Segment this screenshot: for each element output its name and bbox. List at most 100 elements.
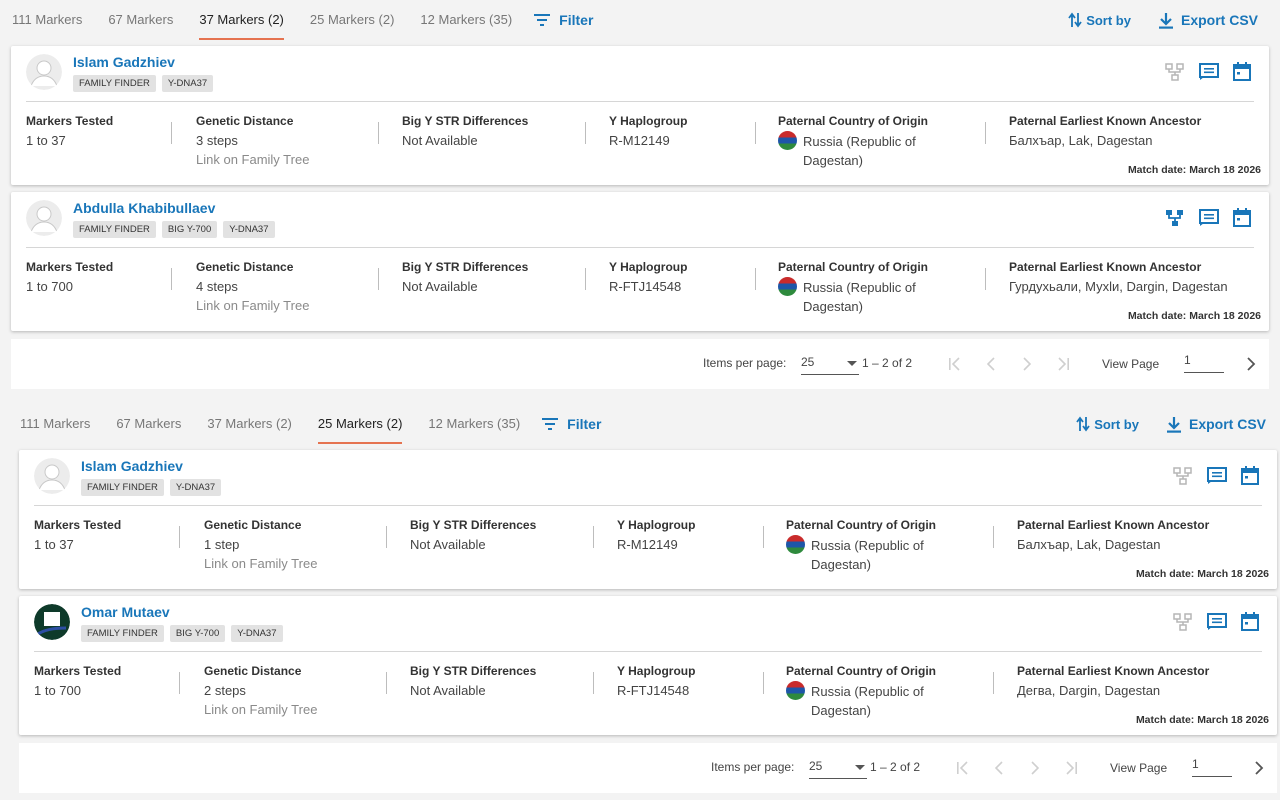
sort-by-button[interactable]: Sort by [1068,12,1131,28]
match-name[interactable]: Islam Gadzhiev [81,458,183,474]
badge-big-y-700: Big Y-700 [161,221,218,238]
family-tree-icon[interactable] [1173,612,1193,636]
previous-page-icon[interactable] [982,354,1000,374]
notes-icon[interactable] [1207,466,1227,490]
family-tree-icon[interactable] [1165,62,1185,86]
calendar-icon[interactable] [1233,62,1251,86]
earliest-ancestor-value: Балхъар, Lak, Dagestan [1009,133,1153,148]
russia-flag-icon [786,681,805,700]
test-badges: Family Finder Big Y-700 Y-DNA37 [73,221,281,238]
link-on-family-tree[interactable]: Link on Family Tree [204,700,317,719]
calendar-icon[interactable] [1241,466,1259,490]
markers-tested-value: 1 to 700 [26,279,73,294]
card-divider [34,505,1262,506]
badge-y-dna37: Y-DNA37 [223,221,275,238]
link-on-family-tree[interactable]: Link on Family Tree [196,296,309,315]
big-y-str-value: Not Available [402,133,478,148]
country-of-origin-value: Russia (Republic of Dagestan) [803,280,916,314]
filter-button[interactable]: Filter [534,12,593,28]
export-csv-button[interactable]: Export CSV [1158,12,1258,29]
next-page-icon[interactable] [1250,758,1268,778]
big-y-str-label: Big Y STR Differences [402,260,529,274]
last-page-icon[interactable] [1062,758,1080,778]
tab-12-markers[interactable]: 12 Markers (35) [420,404,528,444]
genetic-distance-value[interactable]: 2 steps [204,681,317,700]
badge-family-finder: Family Finder [81,479,164,496]
genetic-distance-label: Genetic Distance [196,114,294,128]
next-page-disabled-icon[interactable] [1018,354,1036,374]
filter-button[interactable]: Filter [542,416,601,432]
link-on-family-tree[interactable]: Link on Family Tree [204,554,317,573]
genetic-distance-value[interactable]: 3 steps [196,131,309,150]
y-haplogroup-label: Y Haplogroup [617,664,696,678]
next-page-disabled-icon[interactable] [1026,758,1044,778]
default-avatar-icon [26,54,62,90]
next-page-icon[interactable] [1242,354,1260,374]
filter-icon [534,14,551,26]
filter-label: Filter [559,12,594,28]
match-name[interactable]: Omar Mutaev [81,604,170,620]
tab-67-markers[interactable]: 67 Markers [100,0,181,40]
match-card: Omar Mutaev Family Finder Big Y-700 Y-DN… [19,596,1277,735]
markers-tested-value: 1 to 37 [26,133,66,148]
first-page-icon[interactable] [954,758,972,778]
tab-25-markers[interactable]: 25 Markers (2) [310,404,411,444]
badge-y-dna37: Y-DNA37 [231,625,283,642]
items-per-page-select[interactable]: 25 [801,353,859,375]
match-date: Match date: March 18 2026 [1127,164,1261,176]
match-name[interactable]: Abdulla Khabibullaev [73,200,215,216]
notes-icon[interactable] [1199,62,1219,86]
matches-section-2: 111 Markers 67 Markers 37 Markers (2) 25… [12,404,1274,444]
badge-family-finder: Family Finder [81,625,164,642]
sort-by-button[interactable]: Sort by [1076,416,1139,432]
items-per-page-select[interactable]: 25 [809,757,867,779]
earliest-ancestor-label: Paternal Earliest Known Ancestor [1017,518,1210,532]
family-tree-icon[interactable] [1165,209,1185,232]
calendar-icon[interactable] [1241,612,1259,636]
genetic-distance-value[interactable]: 1 step [204,535,317,554]
tab-25-markers[interactable]: 25 Markers (2) [302,0,403,40]
tab-12-markers[interactable]: 12 Markers (35) [412,0,520,40]
markers-tested-label: Markers Tested [26,260,114,274]
link-on-family-tree[interactable]: Link on Family Tree [196,150,309,169]
y-haplogroup-label: Y Haplogroup [617,518,696,532]
last-page-icon[interactable] [1054,354,1072,374]
notes-icon[interactable] [1207,612,1227,636]
tab-111-markers[interactable]: 111 Markers [12,404,98,444]
big-y-str-label: Big Y STR Differences [410,664,537,678]
card-divider [34,651,1262,652]
previous-page-icon[interactable] [990,758,1008,778]
first-page-icon[interactable] [946,354,964,374]
match-card: Islam Gadzhiev Family Finder Y-DNA37 Mar… [19,450,1277,589]
tab-37-markers[interactable]: 37 Markers (2) [199,404,300,444]
badge-y-dna37: Y-DNA37 [161,75,214,92]
items-per-page-value: 25 [809,759,823,773]
tab-111-markers[interactable]: 111 Markers [4,0,90,40]
earliest-ancestor-value: Дегва, Dargin, Dagestan [1017,683,1161,698]
calendar-icon[interactable] [1233,208,1251,232]
default-avatar-icon [26,200,62,236]
earliest-ancestor-value: Гурдухьали, Мухlи, Dargin, Dagestan [1009,279,1228,294]
view-page-label: View Page [1102,357,1160,371]
big-y-str-value: Not Available [410,683,486,698]
tab-67-markers[interactable]: 67 Markers [108,404,189,444]
big-y-str-value: Not Available [410,537,486,552]
notes-icon[interactable] [1199,208,1219,232]
match-name[interactable]: Islam Gadzhiev [73,54,175,70]
badge-family-finder: Family Finder [73,221,156,238]
export-csv-button[interactable]: Export CSV [1166,416,1266,433]
page-number-value: 1 [1184,353,1191,367]
page-number-input[interactable]: 1 [1184,351,1224,373]
earliest-ancestor-label: Paternal Earliest Known Ancestor [1009,114,1202,128]
badge-family-finder: Family Finder [73,75,156,92]
tab-37-markers[interactable]: 37 Markers (2) [191,0,292,40]
y-haplogroup-label: Y Haplogroup [609,114,688,128]
page-number-input[interactable]: 1 [1192,755,1232,777]
marker-tabs: 111 Markers 67 Markers 37 Markers (2) 25… [12,404,1274,444]
russia-flag-icon [786,535,805,554]
country-of-origin-label: Paternal Country of Origin [786,664,937,678]
genetic-distance-value[interactable]: 4 steps [196,277,309,296]
family-tree-icon[interactable] [1173,466,1193,490]
card-divider [26,247,1254,248]
markers-tested-label: Markers Tested [26,114,114,128]
